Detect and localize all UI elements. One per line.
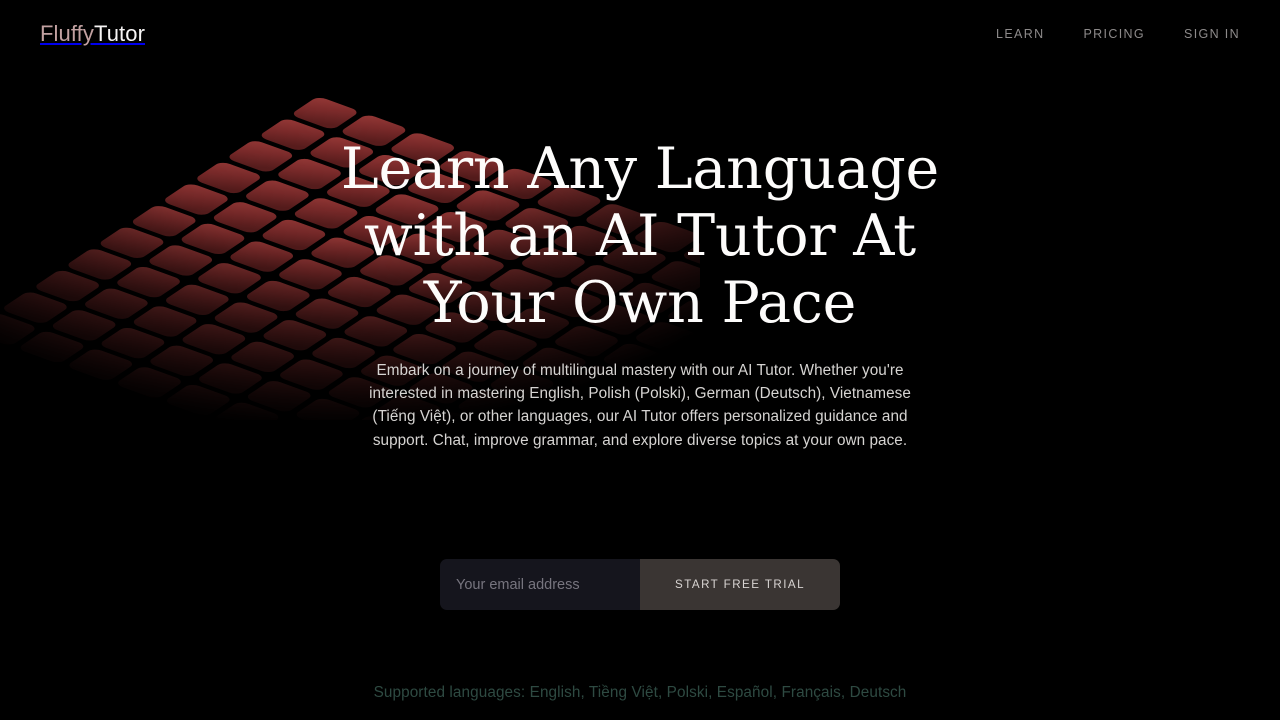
start-free-trial-button[interactable]: START FREE TRIAL	[640, 559, 840, 610]
brand-logo[interactable]: FluffyTutor	[40, 20, 145, 48]
hero-subtitle: Embark on a journey of multilingual mast…	[369, 362, 911, 449]
brand-logo-secondary: Tutor	[94, 21, 146, 46]
hero-content: Learn Any Language with an AI Tutor At Y…	[340, 136, 940, 452]
page-title: Learn Any Language with an AI Tutor At Y…	[340, 136, 940, 336]
nav-item-pricing[interactable]: PRICING	[1083, 25, 1145, 43]
email-input[interactable]	[440, 559, 640, 610]
trial-signup-form: START FREE TRIAL	[440, 559, 840, 610]
main-nav: LEARN PRICING SIGN IN	[996, 25, 1240, 43]
site-header: FluffyTutor LEARN PRICING SIGN IN	[0, 0, 1280, 68]
nav-item-learn[interactable]: LEARN	[996, 25, 1044, 43]
supported-languages: Supported languages: English, Tiềng Việt…	[0, 682, 1280, 704]
supported-languages-label: Supported languages:	[373, 684, 526, 701]
brand-logo-primary: Fluffy	[40, 21, 94, 46]
supported-languages-list: English, Tiềng Việt, Polski, Español, Fr…	[529, 684, 907, 701]
nav-item-sign-in[interactable]: SIGN IN	[1184, 25, 1240, 43]
hero-section: Learn Any Language with an AI Tutor At Y…	[0, 0, 1280, 720]
